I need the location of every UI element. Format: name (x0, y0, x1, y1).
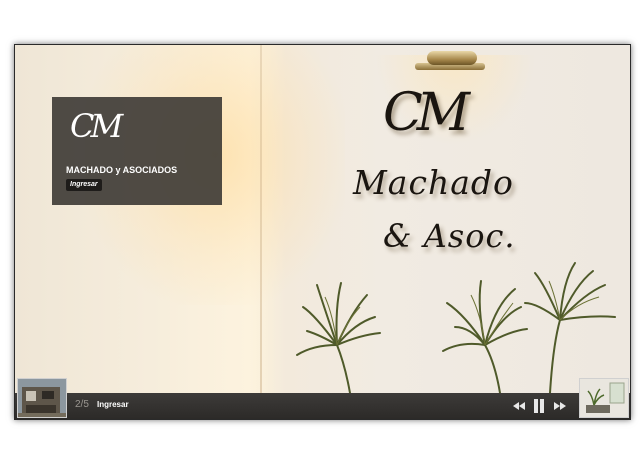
slideshow-frame: CM Machado & Asoc. CM MACHADO y ASOCIADO… (14, 44, 631, 420)
enter-button[interactable]: Ingresar (66, 179, 102, 191)
fast-forward-button[interactable] (552, 398, 568, 414)
pause-icon (534, 399, 544, 413)
enter-link[interactable]: Ingresar (97, 400, 129, 409)
caption-title: MACHADO y ASOCIADOS (66, 165, 178, 175)
rewind-button[interactable] (511, 398, 527, 414)
pause-button[interactable] (531, 398, 547, 414)
caption-panel: CM MACHADO y ASOCIADOS Ingresar (52, 97, 222, 205)
slide-counter: 2/5 (75, 399, 89, 410)
previous-thumbnail[interactable] (17, 378, 67, 418)
building-thumbnail-image (18, 379, 66, 417)
caption-logo: CM (70, 107, 123, 145)
slide-image: CM Machado & Asoc. CM MACHADO y ASOCIADO… (15, 45, 630, 393)
fast-forward-icon (554, 402, 566, 410)
rewind-icon (513, 402, 525, 410)
office-thumbnail-image (580, 379, 628, 417)
next-thumbnail[interactable] (579, 378, 629, 418)
